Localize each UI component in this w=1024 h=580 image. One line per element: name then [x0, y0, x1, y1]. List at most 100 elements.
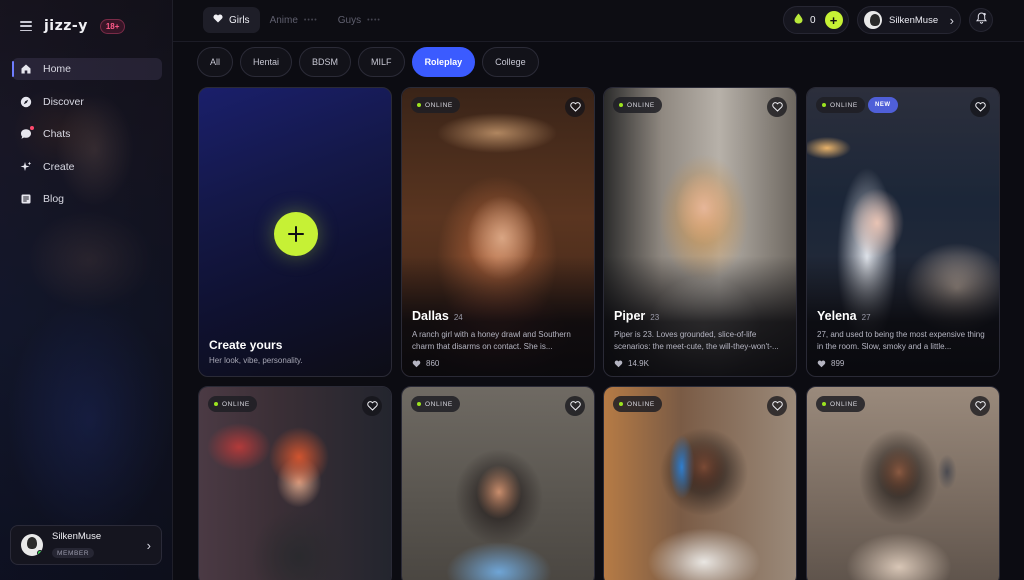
sidebar-item-label: Chats: [43, 128, 71, 140]
filter-bdsm[interactable]: BDSM: [299, 47, 352, 77]
favorite-button[interactable]: [970, 396, 990, 416]
character-card[interactable]: ONLINE: [603, 386, 797, 580]
sidebar-item-label: Discover: [43, 95, 84, 108]
create-plus-button[interactable]: [274, 212, 318, 256]
logo[interactable]: jizz-y: [44, 18, 88, 34]
menu-icon[interactable]: [20, 21, 32, 31]
online-badge: ONLINE: [613, 97, 662, 113]
filter-all[interactable]: All: [197, 47, 234, 77]
favorite-button[interactable]: [970, 97, 990, 117]
character-age: 27: [861, 313, 871, 322]
user-role-badge: MEMBER: [52, 548, 95, 558]
sidebar: jizz-y 18+ Home Discover Chats Create Bl…: [0, 0, 173, 580]
heart-outline-icon: [569, 401, 581, 411]
character-card-dallas[interactable]: ONLINE Dallas 24 A ranch girl with a hon…: [401, 87, 595, 377]
avatar: [21, 534, 43, 556]
sidebar-nav: Home Discover Chats Create Blog: [12, 58, 162, 221]
character-name: Dallas: [412, 309, 449, 323]
character-card[interactable]: ONLINE: [198, 386, 392, 580]
online-badge: ONLINE: [411, 396, 460, 412]
sidebar-item-create[interactable]: Create: [12, 156, 162, 178]
sparkle-icon: [20, 161, 32, 173]
tab-extra: ••••: [367, 16, 381, 24]
filter-milf[interactable]: MILF: [358, 47, 405, 77]
character-age: 24: [453, 313, 463, 322]
username: SilkenMuse: [889, 14, 939, 26]
character-card[interactable]: ONLINE: [401, 386, 595, 580]
notification-dot: [30, 126, 34, 130]
tab-girls[interactable]: Girls: [203, 7, 260, 33]
card-info: Dallas 24 A ranch girl with a honey draw…: [412, 309, 584, 368]
heart-outline-icon: [771, 401, 783, 411]
heart-icon: [817, 360, 826, 367]
online-badge: ONLINE: [816, 396, 865, 412]
app: jizz-y 18+ Home Discover Chats Create Bl…: [0, 0, 1024, 580]
character-photo: [807, 387, 999, 580]
filter-roleplay[interactable]: Roleplay: [411, 47, 476, 77]
heart-icon: [614, 360, 623, 367]
character-card-yelena[interactable]: ONLINE NEW Yelena 27 27, and used to bei…: [806, 87, 1000, 377]
drop-icon: [794, 11, 803, 29]
sidebar-item-blog[interactable]: Blog: [12, 188, 162, 210]
sidebar-header: jizz-y 18+: [20, 16, 126, 36]
chat-bubble-icon: [20, 126, 34, 140]
sidebar-item-label: Home: [43, 63, 72, 75]
top-bar: Girls Anime •••• Guys •••• 0 + SilkenMus…: [173, 0, 1024, 42]
heart-outline-icon: [974, 102, 986, 112]
sidebar-item-home[interactable]: Home: [12, 58, 162, 80]
card-info: Yelena 27 27, and used to being the most…: [817, 309, 989, 368]
avatar: [864, 11, 882, 29]
filter-chips: All Hentai BDSM MILF Roleplay College: [197, 47, 539, 77]
online-badge: ONLINE: [613, 396, 662, 412]
sidebar-item-chats[interactable]: Chats: [12, 123, 162, 145]
tab-extra: ••••: [303, 16, 318, 24]
add-coins-button[interactable]: +: [824, 11, 843, 29]
bell-icon: [975, 11, 987, 29]
heart-icon: [412, 360, 421, 367]
character-description: Piper is 23. Loves grounded, slice-of-li…: [614, 330, 779, 351]
favorite-button[interactable]: [565, 97, 585, 117]
character-card[interactable]: ONLINE: [806, 386, 1000, 580]
compass-icon: [20, 96, 32, 108]
character-card-piper[interactable]: ONLINE Piper 23 Piper is 23. Loves groun…: [603, 87, 797, 377]
user-name: SilkenMuse: [52, 530, 102, 542]
category-tabs: Girls Anime •••• Guys ••••: [203, 7, 391, 33]
sidebar-user-card[interactable]: SilkenMuse MEMBER ›: [10, 525, 162, 565]
filter-college[interactable]: College: [482, 47, 539, 77]
coin-balance[interactable]: 0 +: [783, 6, 849, 34]
character-description: A ranch girl with a honey drawl and Sout…: [412, 330, 571, 351]
character-photo: [402, 387, 594, 580]
chevron-right-icon: ›: [146, 537, 151, 553]
notifications-button[interactable]: [969, 8, 993, 32]
user-menu[interactable]: SilkenMuse ›: [857, 6, 961, 34]
favorite-button[interactable]: [362, 396, 382, 416]
favorite-button[interactable]: [767, 396, 787, 416]
new-badge: NEW: [868, 97, 898, 113]
character-photo: [199, 387, 391, 580]
heart-outline-icon: [366, 401, 378, 411]
filter-hentai[interactable]: Hentai: [240, 47, 293, 77]
create-character-card[interactable]: Create yours Her look, vibe, personality…: [198, 87, 392, 377]
character-age: 23: [650, 313, 660, 322]
heart-icon: [213, 14, 223, 26]
likes-count: 860: [412, 359, 584, 368]
favorite-button[interactable]: [767, 97, 787, 117]
likes-count: 899: [817, 359, 989, 368]
character-name: Yelena: [817, 309, 857, 323]
create-subtitle: Her look, vibe, personality.: [209, 356, 303, 365]
sidebar-item-label: Create: [43, 160, 75, 173]
tab-guys[interactable]: Guys ••••: [328, 7, 391, 33]
age-badge: 18+: [99, 18, 126, 34]
create-title: Create yours: [209, 338, 283, 352]
favorite-button[interactable]: [565, 396, 585, 416]
home-icon: [20, 63, 32, 75]
newspaper-icon: [20, 193, 32, 205]
sidebar-item-discover[interactable]: Discover: [12, 91, 162, 113]
tab-anime[interactable]: Anime ••••: [260, 7, 328, 33]
character-description: 27, and used to being the most expensive…: [817, 330, 985, 351]
coin-count: 0: [810, 14, 816, 26]
heart-outline-icon: [771, 102, 783, 112]
online-badge: ONLINE: [816, 97, 865, 113]
online-badge: ONLINE: [411, 97, 460, 113]
heart-outline-icon: [569, 102, 581, 112]
